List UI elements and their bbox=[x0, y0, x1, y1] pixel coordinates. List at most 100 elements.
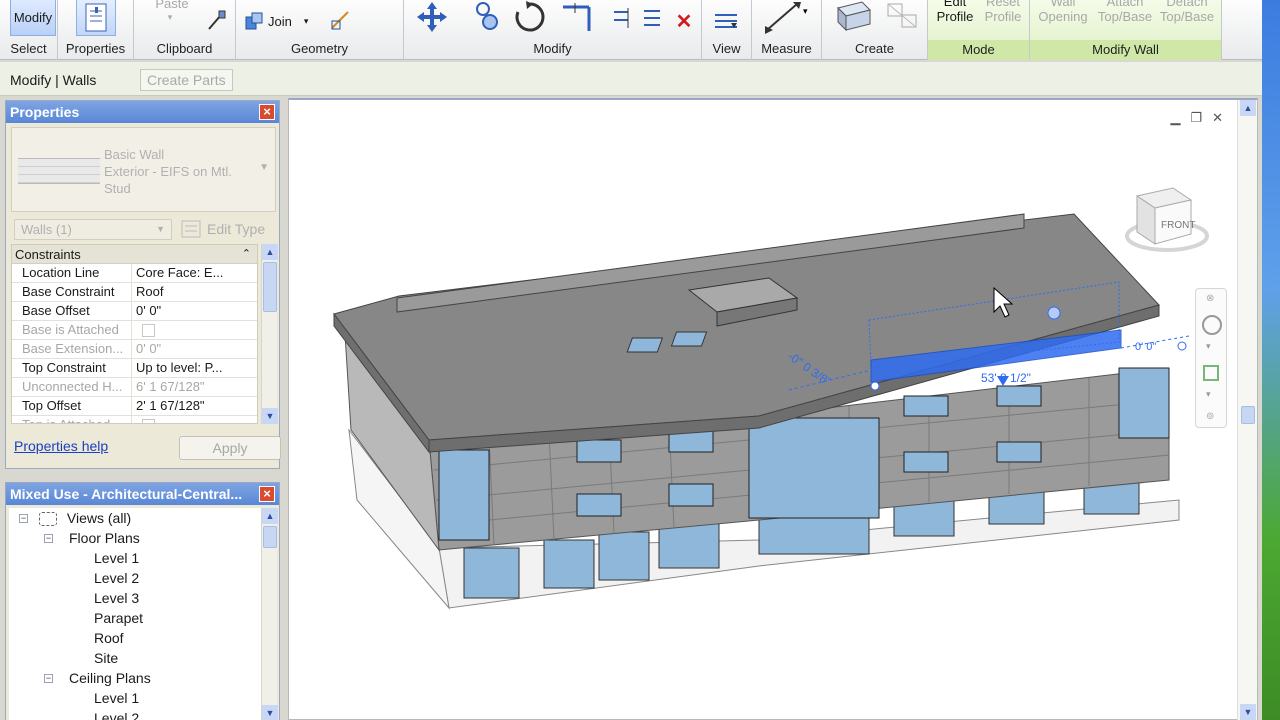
wall-joins-button[interactable] bbox=[328, 8, 352, 32]
create-group-button[interactable] bbox=[882, 0, 922, 34]
prop-value[interactable]: 0' 0" bbox=[132, 302, 257, 320]
split-button[interactable] bbox=[612, 6, 632, 30]
panel-title-select[interactable]: Select bbox=[0, 41, 57, 56]
prop-row-base-offset[interactable]: Base Offset 0' 0" bbox=[12, 302, 257, 321]
scroll-up-icon[interactable]: ▲ bbox=[262, 244, 278, 260]
scroll-down-icon[interactable]: ▼ bbox=[262, 705, 278, 720]
copy-button[interactable] bbox=[470, 0, 504, 34]
close-icon[interactable]: × bbox=[259, 486, 275, 502]
properties-help-link[interactable]: Properties help bbox=[14, 438, 108, 454]
paste-dropdown-icon[interactable]: ▾ bbox=[164, 10, 176, 25]
apply-button[interactable]: Apply bbox=[179, 436, 281, 460]
scroll-up-icon[interactable]: ▲ bbox=[1240, 100, 1256, 116]
modify-tool-button[interactable]: Modify bbox=[10, 0, 56, 36]
views-icon bbox=[39, 512, 57, 527]
close-icon[interactable]: × bbox=[259, 104, 275, 120]
chevron-down-icon[interactable]: ▾ bbox=[1206, 341, 1211, 352]
panel-title-clipboard[interactable]: Clipboard bbox=[134, 41, 235, 56]
chevron-down-icon[interactable]: ▾ bbox=[1206, 389, 1211, 400]
collapse-icon[interactable]: − bbox=[19, 514, 28, 523]
attach-top-base-button[interactable]: Attach Top/Base bbox=[1094, 0, 1156, 24]
tree-item-level-2[interactable]: Level 2 bbox=[94, 568, 139, 588]
panel-title-measure[interactable]: Measure bbox=[752, 41, 821, 56]
rotate-button[interactable] bbox=[512, 0, 548, 34]
delete-button[interactable]: ✕ bbox=[674, 10, 694, 33]
match-properties-button[interactable] bbox=[204, 8, 228, 32]
temp-dimension-far[interactable]: 0' 0" bbox=[1135, 341, 1156, 353]
properties-scrollbar[interactable]: ▲ ▼ bbox=[261, 244, 278, 424]
panel-title-properties[interactable]: Properties bbox=[58, 41, 133, 56]
tree-item-ceiling-level-1[interactable]: Level 1 bbox=[94, 688, 139, 708]
panel-title-view[interactable]: View bbox=[702, 41, 751, 56]
scroll-thumb[interactable] bbox=[263, 526, 277, 548]
project-browser-titlebar[interactable]: Mixed Use - Architectural-Central... × bbox=[6, 483, 279, 505]
move-button[interactable] bbox=[414, 0, 450, 34]
prop-value[interactable]: Roof bbox=[132, 283, 257, 301]
wall-opening-button[interactable]: Wall Opening bbox=[1034, 0, 1092, 24]
tree-item-ceiling-level-2[interactable]: Level 2 bbox=[94, 708, 139, 720]
properties-button[interactable] bbox=[76, 0, 116, 36]
collapse-icon[interactable]: − bbox=[44, 534, 53, 543]
detach-top-base-button[interactable]: Detach Top/Base bbox=[1156, 0, 1218, 24]
steering-wheel-icon[interactable] bbox=[1202, 315, 1222, 335]
properties-palette-titlebar[interactable]: Properties × bbox=[6, 101, 279, 123]
join-button[interactable]: Join ▾ bbox=[244, 10, 322, 32]
panel-title-modify[interactable]: Modify bbox=[404, 41, 701, 56]
panel-title-modify-wall[interactable]: Modify Wall bbox=[1030, 40, 1221, 60]
prop-row-top-constraint[interactable]: Top Constraint Up to level: P... bbox=[12, 359, 257, 378]
group-header-constraints[interactable]: Constraints ⌃ bbox=[12, 245, 257, 264]
trim-button[interactable] bbox=[558, 0, 600, 34]
tree-item-level-3[interactable]: Level 3 bbox=[94, 588, 139, 608]
scroll-down-icon[interactable]: ▼ bbox=[262, 408, 278, 424]
tree-item-level-1[interactable]: Level 1 bbox=[94, 548, 139, 568]
ribbon-panel-modify-wall: Wall Opening Attach Top/Base Detach Top/… bbox=[1030, 0, 1222, 60]
collapse-icon[interactable]: ⌃ bbox=[242, 245, 251, 264]
edit-type-label: Edit Type bbox=[207, 221, 266, 237]
prop-row-base-constraint[interactable]: Base Constraint Roof bbox=[12, 283, 257, 302]
scroll-thumb[interactable] bbox=[263, 262, 277, 312]
scroll-thumb[interactable] bbox=[1241, 406, 1255, 424]
prop-value[interactable]: Up to level: P... bbox=[132, 359, 257, 377]
reset-profile-line1: Reset bbox=[986, 0, 1020, 9]
temp-dimension-right[interactable]: 53' 8 1/2" bbox=[981, 371, 1031, 385]
end-grip-icon[interactable] bbox=[870, 381, 880, 391]
zoom-icon[interactable] bbox=[1203, 365, 1219, 381]
settings-icon[interactable]: ⊚ bbox=[1206, 411, 1214, 422]
ribbon-panel-mode: Edit Profile Reset Profile Mode bbox=[928, 0, 1030, 60]
prop-name: Top Constraint bbox=[12, 359, 132, 377]
panel-title-geometry[interactable]: Geometry bbox=[236, 41, 403, 56]
panel-title-create[interactable]: Create bbox=[822, 41, 927, 56]
create-assembly-button[interactable] bbox=[830, 0, 878, 36]
browser-scrollbar[interactable]: ▲ ▼ bbox=[261, 508, 278, 720]
create-parts-button[interactable]: Create Parts bbox=[140, 69, 233, 91]
type-selector[interactable]: Basic Wall Exterior - EIFS on Mtl. Stud … bbox=[11, 127, 276, 212]
tree-item-floor-plans[interactable]: Floor Plans bbox=[69, 528, 140, 548]
collapse-icon[interactable]: − bbox=[44, 674, 53, 683]
reset-profile-button[interactable]: Reset Profile bbox=[978, 0, 1028, 24]
tree-item-ceiling-plans[interactable]: Ceiling Plans bbox=[69, 668, 151, 688]
prop-row-top-offset[interactable]: Top Offset 2' 1 67/128" bbox=[12, 397, 257, 416]
prop-value[interactable]: Core Face: E... bbox=[132, 264, 257, 282]
scroll-down-icon[interactable]: ▼ bbox=[1240, 704, 1256, 720]
edit-profile-button[interactable]: Edit Profile bbox=[930, 0, 980, 24]
measure-button[interactable]: ▾ bbox=[760, 0, 810, 34]
hide-in-view-button[interactable] bbox=[710, 8, 742, 34]
instance-filter-select[interactable]: Walls (1) ▼ bbox=[14, 219, 172, 240]
close-icon[interactable]: ⊗ bbox=[1206, 293, 1214, 304]
move-grip-icon[interactable] bbox=[1047, 306, 1061, 320]
panel-title-mode[interactable]: Mode bbox=[928, 40, 1029, 60]
tree-item-views-all[interactable]: Views (all) bbox=[39, 508, 131, 528]
scroll-up-icon[interactable]: ▲ bbox=[262, 508, 278, 524]
end-grip-icon[interactable] bbox=[1177, 341, 1187, 351]
tree-item-parapet[interactable]: Parapet bbox=[94, 608, 143, 628]
viewcube[interactable]: FRONT bbox=[1125, 184, 1211, 270]
tree-item-roof[interactable]: Roof bbox=[94, 628, 124, 648]
prop-row-location-line[interactable]: Location Line Core Face: E... bbox=[12, 264, 257, 283]
group-icon bbox=[887, 3, 917, 28]
tree-item-site[interactable]: Site bbox=[94, 648, 118, 668]
offset-button[interactable] bbox=[642, 6, 662, 30]
viewport-scrollbar[interactable]: ▲ ▼ bbox=[1237, 100, 1257, 720]
3d-viewport[interactable]: ▁ ❐ ✕ -0" 0 3/8" 53' 8 1/2" 0' 0" FRONT … bbox=[288, 98, 1258, 720]
edit-type-button[interactable]: Edit Type bbox=[181, 217, 265, 241]
prop-value[interactable]: 2' 1 67/128" bbox=[132, 397, 257, 415]
